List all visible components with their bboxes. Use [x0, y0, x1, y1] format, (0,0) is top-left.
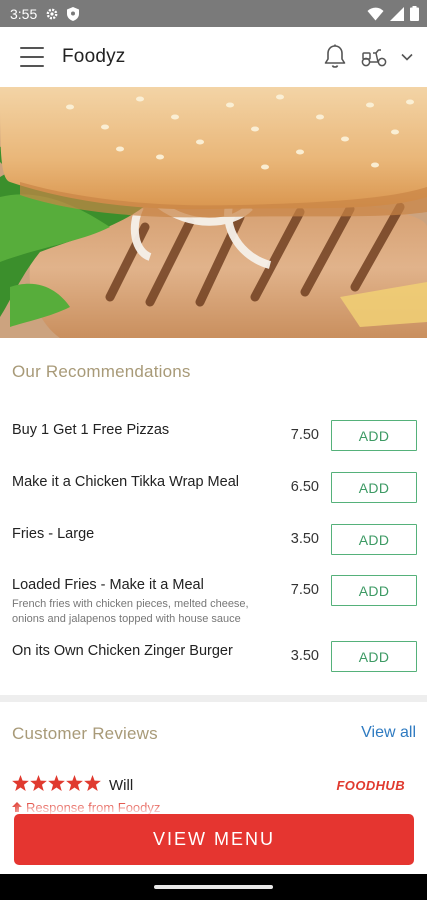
- settings-gear-icon: [45, 7, 59, 21]
- wifi-icon: [367, 7, 384, 21]
- item-price: 7.50: [290, 427, 319, 443]
- add-button[interactable]: ADD: [331, 420, 417, 451]
- reply-arrow-icon: [12, 800, 22, 815]
- shield-icon: [67, 6, 80, 21]
- customer-reviews-section: Customer Reviews View all Will FOODHUB R…: [0, 702, 427, 822]
- star-icon: [84, 775, 101, 791]
- app-title: Foodyz: [62, 46, 126, 67]
- status-bar: 3:55: [0, 0, 427, 27]
- foodhub-logo: FOODHUB: [336, 778, 405, 793]
- item-name: Fries - Large: [12, 526, 95, 542]
- item-price: 7.50: [290, 582, 319, 598]
- app-bar: Foodyz: [0, 27, 427, 87]
- hero-burger-image: [0, 87, 427, 338]
- item-price: 3.50: [290, 531, 319, 547]
- star-rating: [12, 775, 101, 791]
- view-menu-button[interactable]: VIEW MENU: [14, 814, 414, 865]
- add-button[interactable]: ADD: [331, 575, 417, 606]
- scooter-icon[interactable]: [361, 47, 387, 67]
- item-name: Buy 1 Get 1 Free Pizzas: [12, 422, 170, 438]
- item-name: Make it a Chicken Tikka Wrap Meal: [12, 474, 239, 490]
- section-divider: [0, 695, 427, 702]
- item-name: On its Own Chicken Zinger Burger: [12, 643, 233, 659]
- home-gesture-handle[interactable]: [154, 885, 273, 889]
- item-price: 6.50: [290, 479, 319, 495]
- status-time: 3:55: [10, 5, 38, 22]
- response-label: Response from Foodyz: [26, 800, 161, 815]
- recommendations-title: Our Recommendations: [12, 362, 191, 381]
- star-icon: [48, 775, 65, 791]
- view-all-reviews-link[interactable]: View all: [361, 724, 416, 742]
- bell-icon[interactable]: [323, 44, 347, 70]
- star-icon: [12, 775, 29, 791]
- item-description: French fries with chicken pieces, melted…: [12, 598, 249, 625]
- system-navigation-bar: [0, 874, 427, 900]
- add-button[interactable]: ADD: [331, 472, 417, 503]
- reviewer-name: Will: [109, 777, 134, 794]
- hamburger-menu-icon[interactable]: [20, 47, 44, 67]
- item-price: 3.50: [290, 648, 319, 664]
- star-icon: [30, 775, 47, 791]
- signal-icon: [390, 6, 404, 21]
- response-from-restaurant: Response from Foodyz: [12, 800, 160, 815]
- chevron-down-icon[interactable]: [401, 53, 413, 61]
- reviews-title: Customer Reviews: [12, 724, 158, 743]
- star-icon: [66, 775, 83, 791]
- battery-icon: [410, 6, 419, 21]
- item-name: Loaded Fries - Make it a Meal: [12, 577, 204, 593]
- add-button[interactable]: ADD: [331, 641, 417, 672]
- add-button[interactable]: ADD: [331, 524, 417, 555]
